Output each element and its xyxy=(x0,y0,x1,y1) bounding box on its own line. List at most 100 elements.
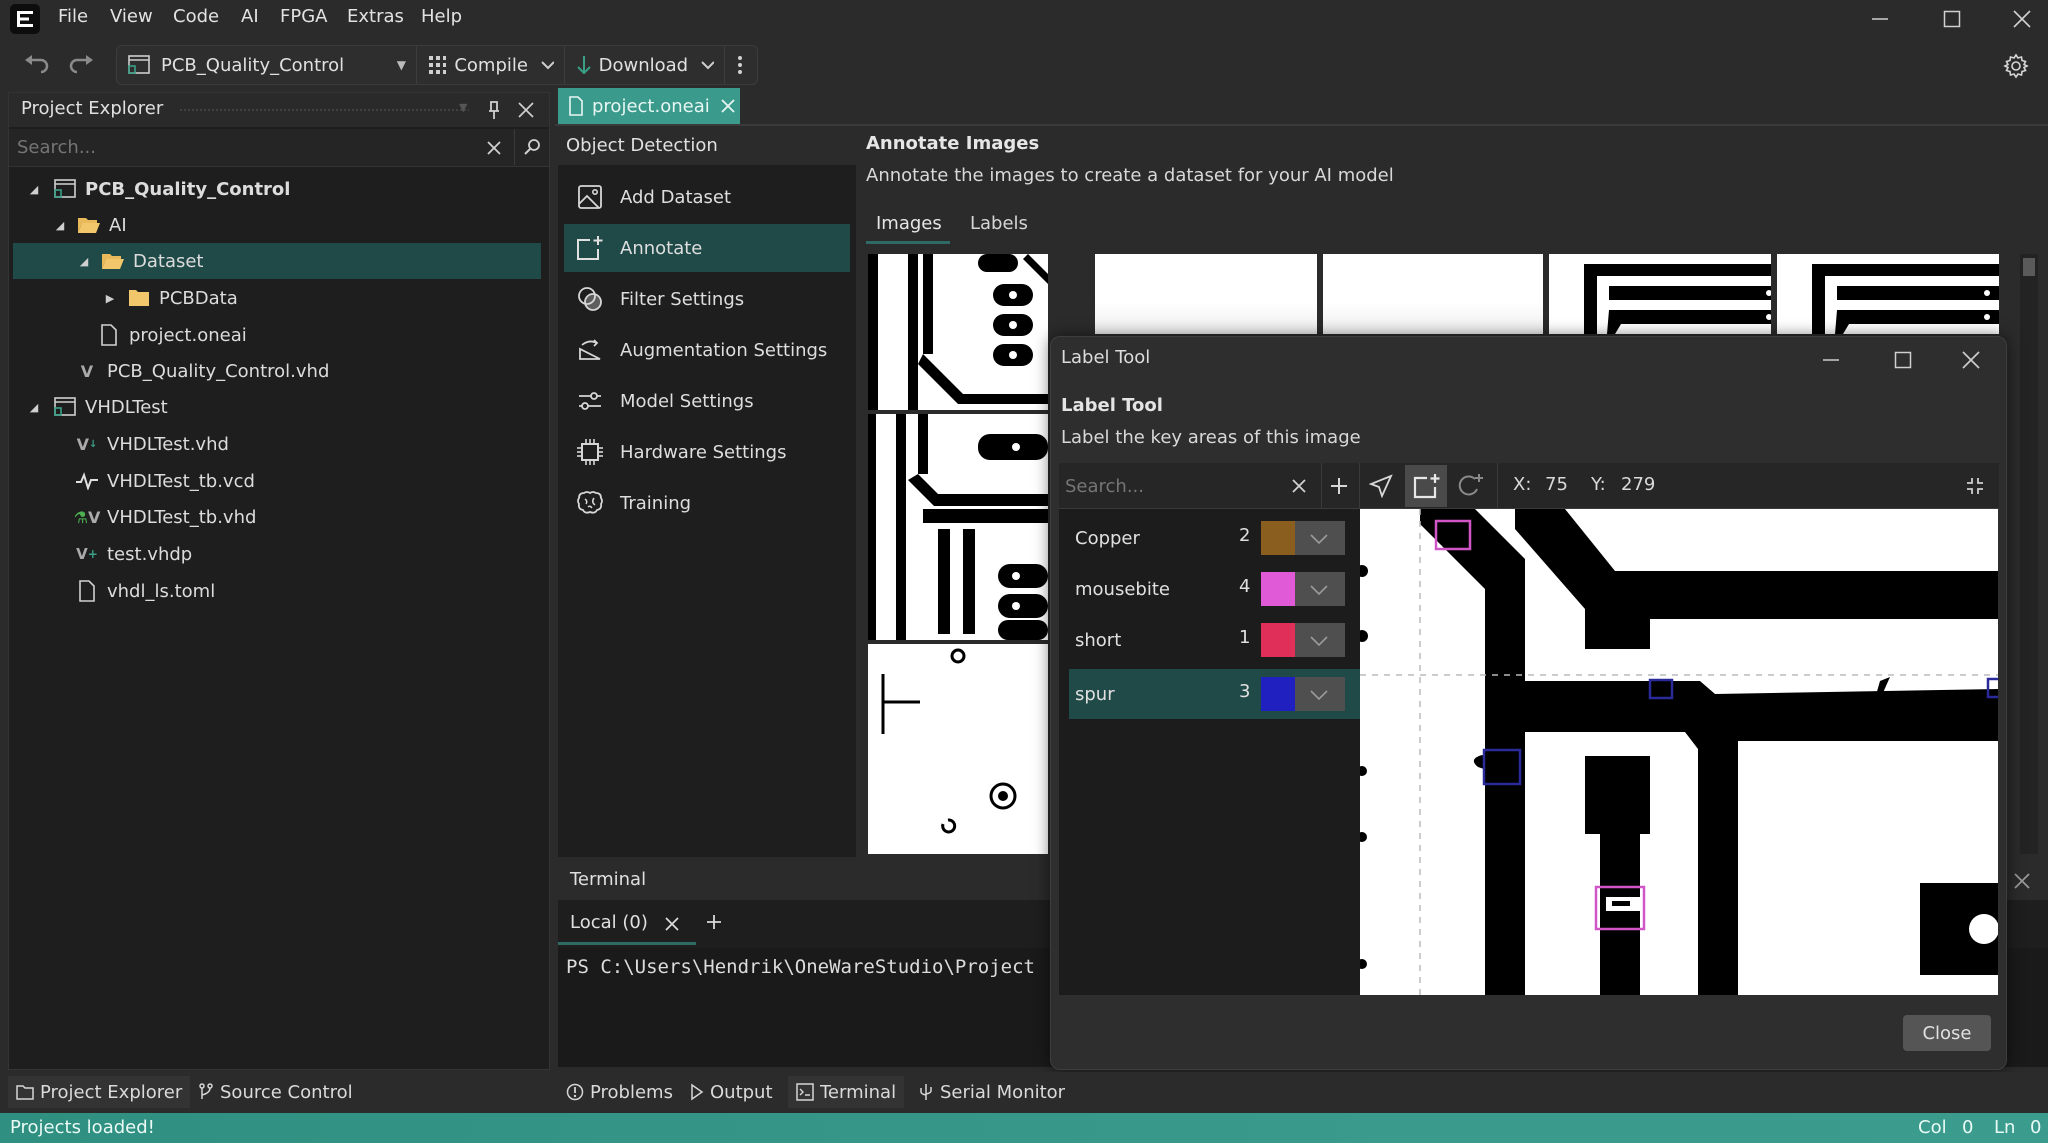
label-color-picker[interactable] xyxy=(1261,521,1345,555)
image-thumbnail[interactable] xyxy=(1323,254,1543,334)
bottom-tab-output[interactable]: Output xyxy=(682,1076,781,1108)
select-pointer-icon[interactable] xyxy=(1369,474,1393,498)
tree-item-vhdltest-tb-vcd[interactable]: VHDLTest_tb.vcd xyxy=(13,463,541,499)
close-panel-icon[interactable] xyxy=(2013,872,2031,890)
add-terminal-icon[interactable] xyxy=(706,914,722,930)
coord-y-value: 279 xyxy=(1621,474,1656,495)
exit-fullscreen-icon[interactable] xyxy=(1965,476,1985,496)
dialog-maximize-button[interactable] xyxy=(1873,343,1933,377)
label-search-input[interactable] xyxy=(1061,469,1281,503)
download-button[interactable]: Download xyxy=(565,46,725,84)
compile-button[interactable]: Compile xyxy=(417,46,565,84)
tree-item-test-vhdp[interactable]: V + test.vhdp xyxy=(13,536,541,572)
nav-hardware-settings[interactable]: Hardware Settings xyxy=(564,428,850,476)
close-icon xyxy=(1962,351,1980,369)
menu-view[interactable]: View xyxy=(110,6,153,27)
settings-button[interactable] xyxy=(2000,50,2032,82)
image-thumbnail[interactable] xyxy=(1095,254,1317,334)
image-thumbnail[interactable] xyxy=(1549,254,1771,334)
close-tab-icon[interactable] xyxy=(664,916,680,932)
label-row-copper[interactable]: Copper 2 xyxy=(1069,515,1397,561)
nav-annotate[interactable]: Annotate xyxy=(564,224,850,272)
tree-item-dataset[interactable]: ◢ Dataset xyxy=(13,243,541,279)
expand-arrow-icon[interactable]: ◢ xyxy=(77,255,91,268)
terminal-tab-local[interactable]: Local (0) xyxy=(558,902,698,946)
tab-images[interactable]: Images xyxy=(866,205,950,245)
image-thumbnail[interactable] xyxy=(868,254,1048,410)
image-thumbnail[interactable] xyxy=(1777,254,1999,334)
minimize-button[interactable] xyxy=(1850,2,1910,36)
nav-augmentation-settings[interactable]: Augmentation Settings xyxy=(564,326,850,374)
clear-search-icon[interactable] xyxy=(486,140,502,156)
maximize-button[interactable] xyxy=(1922,2,1982,36)
auto-label-icon[interactable] xyxy=(1457,473,1485,499)
menu-ai[interactable]: AI xyxy=(241,6,259,27)
tree-item-vhdl-ls-toml[interactable]: vhdl_ls.toml xyxy=(13,573,541,609)
dialog-close-button[interactable] xyxy=(1941,343,2001,377)
project-search-input[interactable] xyxy=(13,131,473,163)
tree-item-vhdltest-vhd[interactable]: V ↓ VHDLTest.vhd xyxy=(13,426,541,462)
bottom-tab-problems[interactable]: Problems xyxy=(558,1076,681,1108)
bottom-tab-serial-monitor[interactable]: Serial Monitor xyxy=(910,1076,1073,1108)
menu-fpga[interactable]: FPGA xyxy=(280,6,327,27)
redo-button[interactable] xyxy=(66,48,98,80)
folder-outline-icon xyxy=(16,1085,34,1100)
label-color-picker[interactable] xyxy=(1261,623,1345,657)
nav-filter-settings[interactable]: Filter Settings xyxy=(564,275,850,323)
tree-item-project-oneai[interactable]: project.oneai xyxy=(13,317,541,353)
tree-item-pcbdata[interactable]: ▶ PCBData xyxy=(13,280,541,316)
nav-label: Add Dataset xyxy=(620,186,732,208)
image-thumbnail[interactable] xyxy=(868,644,1048,854)
color-swatch xyxy=(1261,521,1295,555)
close-tab-icon[interactable] xyxy=(720,98,736,114)
bottom-tab-source-control[interactable]: Source Control xyxy=(190,1076,361,1108)
image-thumbnail[interactable] xyxy=(868,414,1048,640)
expand-arrow-icon[interactable]: ◢ xyxy=(27,401,41,414)
draw-box-tool-button[interactable] xyxy=(1405,465,1447,507)
tree-item-ai[interactable]: ◢ AI xyxy=(13,207,541,243)
menu-help[interactable]: Help xyxy=(421,6,462,27)
search-icon[interactable] xyxy=(523,138,541,156)
clear-search-icon[interactable] xyxy=(1291,478,1307,494)
tree-item-vhdltest-tb-vhd[interactable]: ⚗ V VHDLTest_tb.vhd xyxy=(13,499,541,535)
project-select[interactable]: PCB_Quality_Control ▼ xyxy=(117,46,417,84)
scrollbar-thumb[interactable] xyxy=(2023,258,2035,276)
tab-labels[interactable]: Labels xyxy=(960,205,1040,245)
image-grid-scrollbar[interactable] xyxy=(2020,254,2038,854)
window-close-button[interactable] xyxy=(1992,2,2048,36)
annotation-canvas[interactable] xyxy=(1360,509,1998,995)
expand-arrow-icon[interactable]: ◢ xyxy=(53,219,67,232)
tree-item-pcb-quality-control[interactable]: ◢ PCB_Quality_Control xyxy=(13,171,541,207)
menu-extras[interactable]: Extras xyxy=(347,6,404,27)
bottom-tab-project-explorer[interactable]: Project Explorer xyxy=(8,1076,191,1108)
close-dialog-button[interactable]: Close xyxy=(1903,1015,1991,1051)
label-row-short[interactable]: short 1 xyxy=(1069,617,1397,663)
menu-file[interactable]: File xyxy=(58,6,88,27)
expand-arrow-icon[interactable]: ◢ xyxy=(27,183,41,196)
tab-project-oneai[interactable]: project.oneai xyxy=(558,88,740,124)
more-options-button[interactable] xyxy=(725,46,755,84)
bottom-tab-terminal[interactable]: Terminal xyxy=(788,1076,905,1108)
close-panel-icon[interactable] xyxy=(517,101,535,119)
nav-add-dataset[interactable]: Add Dataset xyxy=(564,173,850,221)
undo-icon xyxy=(25,55,49,74)
dialog-minimize-button[interactable] xyxy=(1801,343,1861,377)
panel-menu-icon[interactable]: ▼ xyxy=(459,101,467,114)
pin-icon[interactable] xyxy=(487,100,501,120)
label-row-spur[interactable]: spur 3 xyxy=(1069,669,1397,719)
label-color-picker[interactable] xyxy=(1261,572,1345,606)
collapse-arrow-icon[interactable]: ▶ xyxy=(103,292,117,305)
nav-training[interactable]: Training xyxy=(564,479,850,527)
col-label: Col xyxy=(1918,1117,1947,1138)
add-label-icon[interactable] xyxy=(1329,476,1349,496)
nav-model-settings[interactable]: Model Settings xyxy=(564,377,850,425)
undo-button[interactable] xyxy=(20,48,52,80)
drag-handle[interactable] xyxy=(179,108,469,112)
nav-label: Annotate xyxy=(620,237,703,259)
tree-item-pcb-quality-control-vhd[interactable]: V PCB_Quality_Control.vhd xyxy=(13,353,541,389)
label-color-picker[interactable] xyxy=(1261,677,1345,711)
menu-code[interactable]: Code xyxy=(173,6,219,27)
label-row-mousebite[interactable]: mousebite 4 xyxy=(1069,566,1397,612)
tree-item-vhdltest[interactable]: ◢ VHDLTest xyxy=(13,389,541,425)
app-logo-icon[interactable] xyxy=(10,4,40,34)
